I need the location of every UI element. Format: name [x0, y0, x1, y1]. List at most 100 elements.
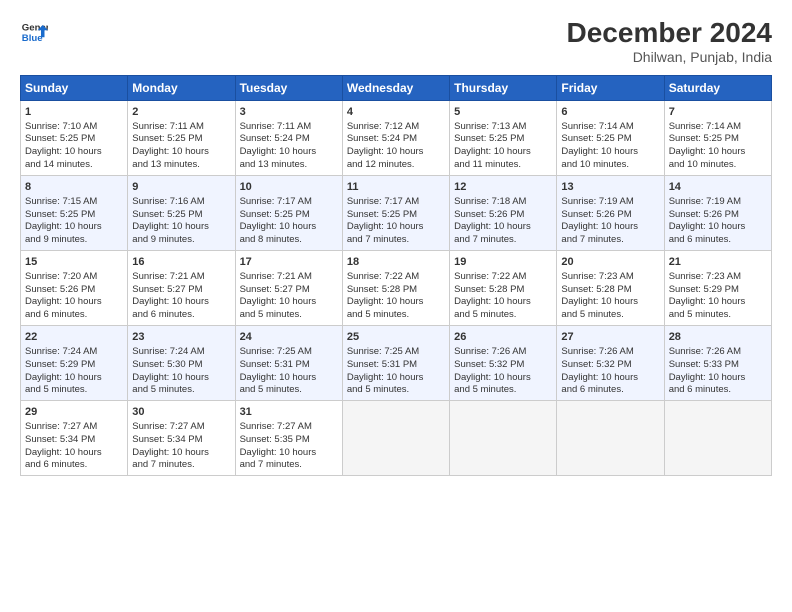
day-info: Daylight: 10 hours [669, 146, 767, 159]
calendar-cell: 30Sunrise: 7:27 AMSunset: 5:34 PMDayligh… [128, 401, 235, 476]
day-number: 5 [454, 105, 552, 120]
day-number: 19 [454, 255, 552, 270]
day-info: Daylight: 10 hours [347, 372, 445, 385]
day-info: and 5 minutes. [454, 309, 552, 322]
day-info: and 7 minutes. [561, 234, 659, 247]
logo: General Blue [20, 18, 48, 46]
day-info: Sunrise: 7:21 AM [132, 271, 230, 284]
day-info: Sunrise: 7:27 AM [25, 421, 123, 434]
main-title: December 2024 [567, 18, 772, 49]
day-number: 30 [132, 405, 230, 420]
day-info: Sunset: 5:25 PM [669, 133, 767, 146]
calendar-cell [557, 401, 664, 476]
day-info: Daylight: 10 hours [561, 221, 659, 234]
day-info: Sunset: 5:27 PM [240, 284, 338, 297]
day-info: Sunset: 5:26 PM [561, 209, 659, 222]
week-row-1: 1Sunrise: 7:10 AMSunset: 5:25 PMDaylight… [21, 100, 772, 175]
day-number: 11 [347, 180, 445, 195]
day-number: 9 [132, 180, 230, 195]
day-number: 2 [132, 105, 230, 120]
week-row-3: 15Sunrise: 7:20 AMSunset: 5:26 PM Dayligh… [21, 250, 772, 325]
day-info: Sunset: 5:26 PM [669, 209, 767, 222]
day-info: Sunset: 5:31 PM [347, 359, 445, 372]
day-info: Daylight: 10 hours [454, 146, 552, 159]
day-number: 15 [25, 255, 123, 270]
day-number: 4 [347, 105, 445, 120]
day-info: Daylight: 10 hours [561, 372, 659, 385]
day-info: and 8 minutes. [240, 234, 338, 247]
day-info: and 14 minutes. [25, 159, 123, 172]
logo-icon: General Blue [20, 18, 48, 46]
day-number: 3 [240, 105, 338, 120]
day-info: and 6 minutes. [669, 384, 767, 397]
day-info: Sunset: 5:28 PM [347, 284, 445, 297]
day-number: 13 [561, 180, 659, 195]
day-info: Sunset: 5:26 PM [25, 284, 123, 297]
day-number: 8 [25, 180, 123, 195]
day-info: Daylight: 10 hours [25, 221, 123, 234]
day-info: and 10 minutes. [669, 159, 767, 172]
day-info: Daylight: 10 hours [25, 447, 123, 460]
day-info: and 7 minutes. [240, 459, 338, 472]
col-tuesday: Tuesday [235, 75, 342, 100]
day-number: 29 [25, 405, 123, 420]
day-info: Sunset: 5:30 PM [132, 359, 230, 372]
day-info: Sunrise: 7:19 AM [561, 196, 659, 209]
day-info: Sunset: 5:34 PM [132, 434, 230, 447]
day-info: Daylight: 10 hours [347, 221, 445, 234]
day-info: Daylight: 10 hours [561, 296, 659, 309]
day-info: Sunrise: 7:20 AM [25, 271, 123, 284]
day-info: Sunset: 5:25 PM [561, 133, 659, 146]
week-row-4: 22Sunrise: 7:24 AMSunset: 5:29 PMDayligh… [21, 326, 772, 401]
calendar-cell: 13Sunrise: 7:19 AMSunset: 5:26 PMDayligh… [557, 175, 664, 250]
calendar-cell: 24Sunrise: 7:25 AMSunset: 5:31 PMDayligh… [235, 326, 342, 401]
calendar-cell: 26Sunrise: 7:26 AMSunset: 5:32 PMDayligh… [450, 326, 557, 401]
day-info: Daylight: 10 hours [240, 372, 338, 385]
day-info: and 6 minutes. [669, 234, 767, 247]
day-info: Sunset: 5:24 PM [240, 133, 338, 146]
calendar-cell [450, 401, 557, 476]
day-info: Daylight: 10 hours [132, 221, 230, 234]
day-info: Sunset: 5:25 PM [25, 209, 123, 222]
day-info: Sunset: 5:25 PM [25, 133, 123, 146]
day-info: and 6 minutes. [561, 384, 659, 397]
day-info: Sunrise: 7:17 AM [240, 196, 338, 209]
calendar-cell: 5Sunrise: 7:13 AMSunset: 5:25 PMDaylight… [450, 100, 557, 175]
calendar-cell: 3Sunrise: 7:11 AMSunset: 5:24 PMDaylight… [235, 100, 342, 175]
day-info: and 5 minutes. [561, 309, 659, 322]
day-number: 1 [25, 105, 123, 120]
day-number: 31 [240, 405, 338, 420]
day-info: and 11 minutes. [454, 159, 552, 172]
day-info: Sunrise: 7:25 AM [347, 346, 445, 359]
day-info: Sunrise: 7:26 AM [669, 346, 767, 359]
title-block: December 2024 Dhilwan, Punjab, India [567, 18, 772, 65]
day-info: Sunset: 5:26 PM [454, 209, 552, 222]
day-info: and 7 minutes. [347, 234, 445, 247]
calendar-cell: 11Sunrise: 7:17 AMSunset: 5:25 PMDayligh… [342, 175, 449, 250]
calendar-cell [342, 401, 449, 476]
day-info: Sunrise: 7:23 AM [561, 271, 659, 284]
calendar-cell: 4Sunrise: 7:12 AMSunset: 5:24 PMDaylight… [342, 100, 449, 175]
day-info: Sunset: 5:25 PM [454, 133, 552, 146]
day-info: Sunset: 5:27 PM [132, 284, 230, 297]
calendar-cell [664, 401, 771, 476]
header-row: Sunday Monday Tuesday Wednesday Thursday… [21, 75, 772, 100]
day-info: Sunrise: 7:11 AM [132, 121, 230, 134]
day-info: and 10 minutes. [561, 159, 659, 172]
day-info: Sunrise: 7:22 AM [347, 271, 445, 284]
day-info: Sunset: 5:28 PM [454, 284, 552, 297]
calendar-cell: 17Sunrise: 7:21 AMSunset: 5:27 PMDayligh… [235, 250, 342, 325]
day-info: Daylight: 10 hours [132, 372, 230, 385]
day-number: 26 [454, 330, 552, 345]
header: General Blue December 2024 Dhilwan, Punj… [20, 18, 772, 65]
day-info: and 6 minutes. [25, 309, 123, 322]
calendar-cell: 16Sunrise: 7:21 AMSunset: 5:27 PMDayligh… [128, 250, 235, 325]
calendar-cell: 25Sunrise: 7:25 AMSunset: 5:31 PMDayligh… [342, 326, 449, 401]
day-info: Sunset: 5:34 PM [25, 434, 123, 447]
day-number: 25 [347, 330, 445, 345]
day-info: Sunset: 5:33 PM [669, 359, 767, 372]
calendar-cell: 20Sunrise: 7:23 AMSunset: 5:28 PMDayligh… [557, 250, 664, 325]
day-info: Sunset: 5:24 PM [347, 133, 445, 146]
day-info: and 7 minutes. [132, 459, 230, 472]
day-number: 7 [669, 105, 767, 120]
